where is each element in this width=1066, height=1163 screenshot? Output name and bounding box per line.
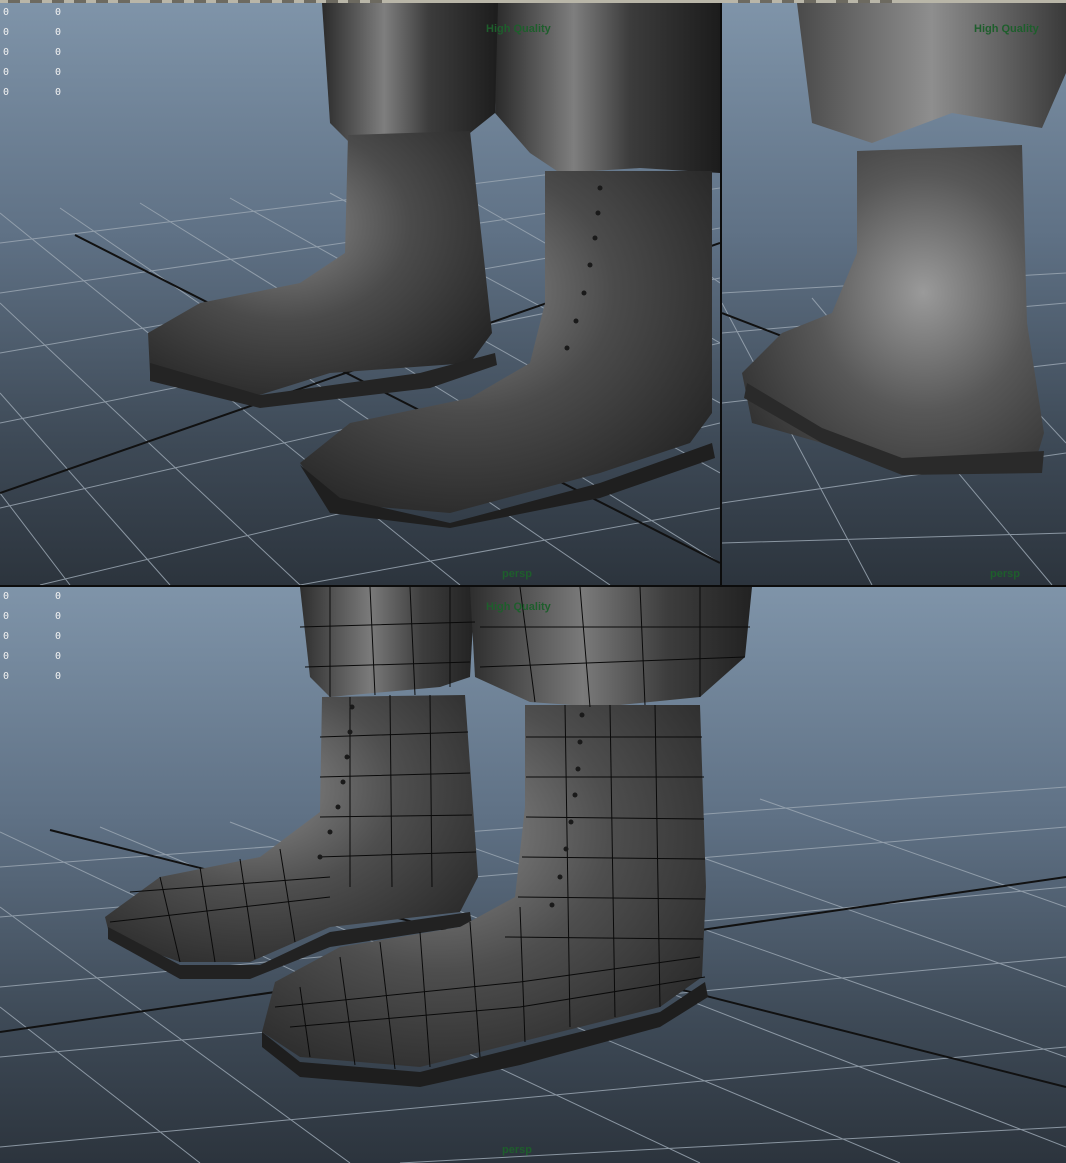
hud-stat-value: 0 xyxy=(3,47,10,58)
hud-stats-row: 00 xyxy=(3,43,61,63)
hud-stats: 00 00 00 00 00 xyxy=(3,587,61,687)
viewport-bottom[interactable]: 00 00 00 00 00 High Quality persp xyxy=(0,587,1066,1163)
hud-stat-value: 0 xyxy=(55,7,62,18)
hud-stats-row: 00 xyxy=(3,627,61,647)
perspective-scene xyxy=(0,587,1066,1163)
hud-stat-value: 0 xyxy=(55,591,62,602)
hud-stat-value: 0 xyxy=(3,7,10,18)
hud-camera-label: persp xyxy=(990,568,1020,580)
hud-quality-label: High Quality xyxy=(486,601,551,613)
hud-stats-row: 00 xyxy=(3,3,61,23)
hud-camera-label: persp xyxy=(502,1144,532,1156)
hud-stat-value: 0 xyxy=(3,27,10,38)
hud-quality-label: High Quality xyxy=(486,23,551,35)
hud-stat-value: 0 xyxy=(55,87,62,98)
hud-stat-value: 0 xyxy=(55,671,62,682)
hud-stats-row: 00 xyxy=(3,607,61,627)
hud-stat-value: 0 xyxy=(3,87,10,98)
hud-stat-value: 0 xyxy=(55,67,62,78)
hud-stat-value: 0 xyxy=(3,67,10,78)
hud-stat-value: 0 xyxy=(55,631,62,642)
boot-back-view[interactable] xyxy=(742,145,1044,475)
hud-camera-label: persp xyxy=(502,568,532,580)
hud-quality-label: High Quality xyxy=(974,23,1039,35)
hud-stat-value: 0 xyxy=(55,611,62,622)
left-boot[interactable] xyxy=(148,131,497,408)
perspective-scene xyxy=(722,3,1066,585)
hud-stat-value: 0 xyxy=(3,591,10,602)
hud-stat-value: 0 xyxy=(3,671,10,682)
perspective-scene xyxy=(0,3,720,585)
hud-stats: 00 00 00 00 00 xyxy=(3,3,61,103)
hud-stat-value: 0 xyxy=(3,651,10,662)
hud-stats-row: 00 xyxy=(3,63,61,83)
hud-stats-row: 00 xyxy=(3,647,61,667)
viewport-top-left[interactable]: 00 00 00 00 00 High Quality persp xyxy=(0,3,720,585)
hud-stat-value: 0 xyxy=(55,27,62,38)
hud-stat-value: 0 xyxy=(3,611,10,622)
hud-stats-row: 00 xyxy=(3,83,61,103)
viewport-top-right[interactable]: High Quality persp xyxy=(722,3,1066,585)
hud-stats-row: 00 xyxy=(3,23,61,43)
hud-stat-value: 0 xyxy=(55,651,62,662)
hud-stat-value: 0 xyxy=(55,47,62,58)
hud-stats-row: 00 xyxy=(3,667,61,687)
hud-stats-row: 00 xyxy=(3,587,61,607)
hud-stat-value: 0 xyxy=(3,631,10,642)
